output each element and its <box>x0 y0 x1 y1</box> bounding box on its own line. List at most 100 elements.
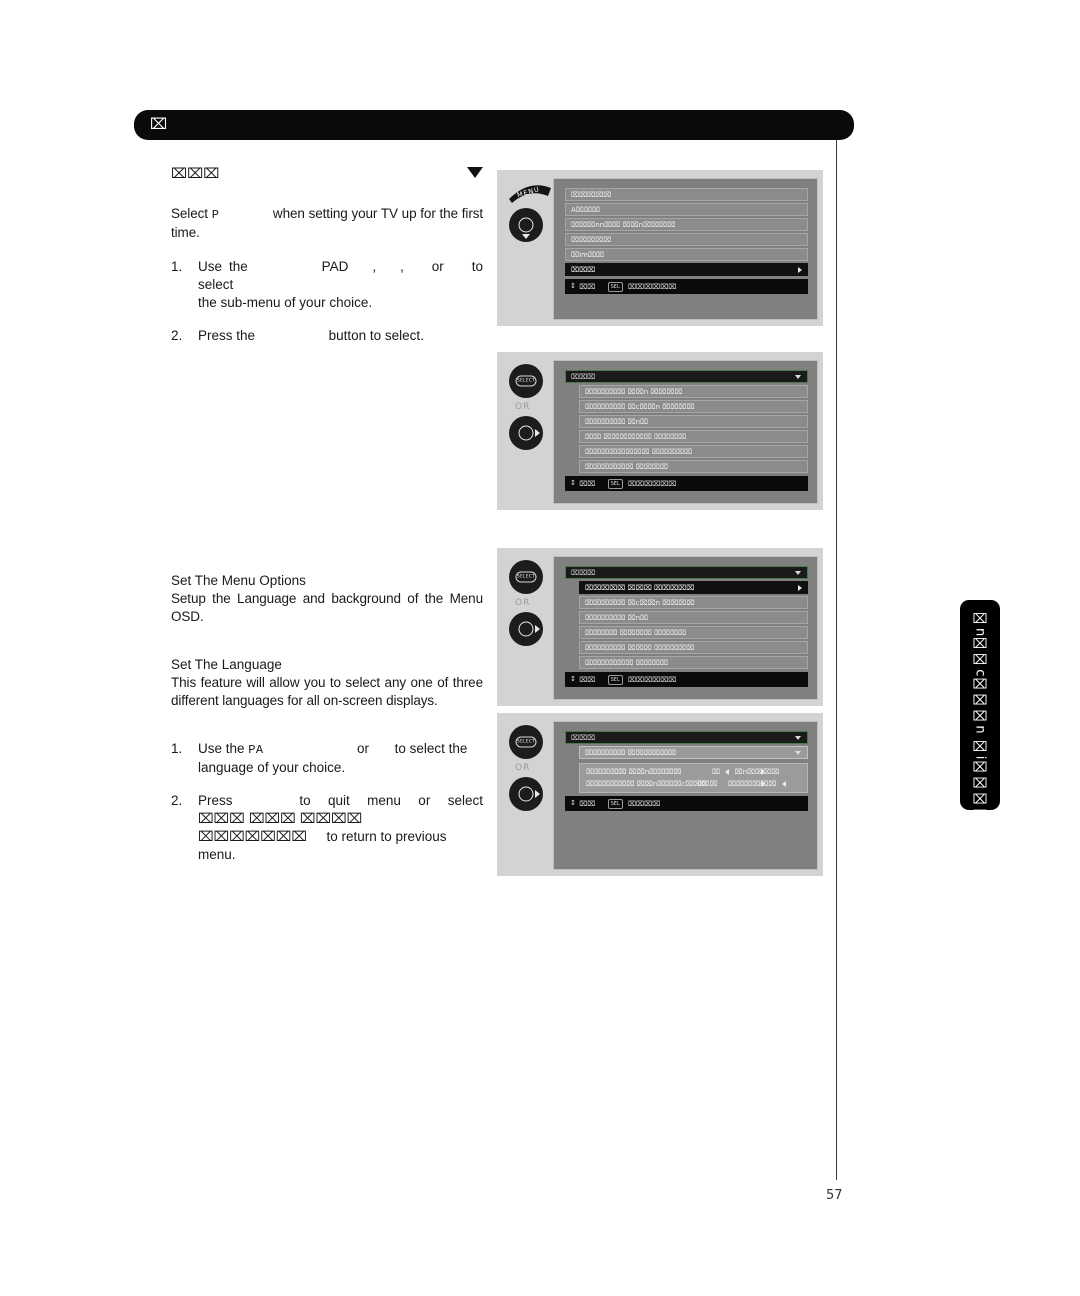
column-spacer <box>171 360 483 572</box>
page-header-bar: ⌧ <box>134 110 854 140</box>
step-text-comma-1: , <box>372 259 377 274</box>
osd-row-label: ⌧⌧⌧ <box>571 266 596 274</box>
osd-screen-1: ⌧⌧⌧⌧⌧ A⌧⌧⌧ ⌧⌧⌧nn⌧⌧ ⌧⌧n⌧⌧⌧⌧ ⌧⌧⌧⌧⌧ ⌧im⌧⌧ ⌧… <box>553 178 818 320</box>
osd-row[interactable]: ⌧⌧⌧⌧⌧ ⌧n⌧ <box>579 611 808 624</box>
nav-pad-right-icon <box>509 777 543 811</box>
remote-hints-2: SELECT OR <box>503 360 553 518</box>
step-number: 2. <box>171 328 183 343</box>
figure-main-menu: MENU ⌧⌧⌧⌧⌧ A⌧⌧⌧ ⌧⌧⌧nn⌧⌧ ⌧⌧n⌧⌧⌧⌧ ⌧⌧⌧⌧⌧ ⌧i… <box>497 170 823 326</box>
nav-pad-ring <box>518 217 534 233</box>
osd-row[interactable]: ⌧⌧⌧⌧⌧ ⌧⌧⌧ ⌧⌧⌧⌧⌧ <box>579 641 808 654</box>
chevron-down-icon <box>795 735 801 740</box>
osd-row[interactable]: ⌧⌧ ⌧⌧⌧⌧⌧⌧ ⌧⌧⌧⌧ <box>579 430 808 443</box>
osd-row-label: A⌧⌧⌧ <box>571 206 600 214</box>
nav-pad-ring <box>518 621 534 637</box>
osd-row[interactable]: ⌧⌧⌧⌧⌧ ⌧c⌧⌧n ⌧⌧⌧⌧ <box>579 400 808 413</box>
or-label: OR <box>515 763 531 773</box>
section-heading: ⌧⌧⌧ <box>171 166 220 182</box>
arrow-right-icon[interactable] <box>761 781 765 787</box>
osd-header-label: ⌧⌧⌧ <box>571 734 596 742</box>
page-header-title: ⌧ <box>150 115 168 133</box>
language-body: This feature will allow you to select an… <box>171 675 483 708</box>
osd-value-current: ⌧⌧⌧⌧⌧⌧ <box>728 780 777 788</box>
osd-row[interactable]: ⌧⌧⌧⌧⌧⌧ ⌧⌧⌧⌧ <box>579 460 808 473</box>
step-text-a: Press the <box>198 328 256 343</box>
osd-header-row[interactable]: ⌧⌧⌧ <box>565 731 808 744</box>
osd-row[interactable]: ⌧⌧⌧⌧⌧ <box>565 233 808 246</box>
nav-pad-right-arrow <box>535 625 540 633</box>
intro-steps-list: 1. Use the PAD , , or to select the sub-… <box>171 258 483 345</box>
select-key-icon: SEL <box>607 798 623 809</box>
arrow-left-icon[interactable] <box>725 769 730 775</box>
chevron-right-icon <box>798 266 802 273</box>
osd-value-row[interactable]: ⌧⌧⌧⌧⌧ ⌧⌧n⌧⌧⌧⌧ ⌧ ⌧n⌧⌧⌧⌧ <box>580 766 807 778</box>
menu-options-body: Setup the Language and background of the… <box>171 591 483 624</box>
osd-footer-hint: ↕ ⌧⌧ SEL ⌧⌧⌧⌧ <box>565 796 808 811</box>
step-number: 1. <box>171 741 183 756</box>
osd-row-selected[interactable]: ⌧⌧⌧⌧⌧ ⌧⌧⌧ ⌧⌧⌧⌧⌧ <box>579 581 808 594</box>
osd-row[interactable]: ⌧⌧⌧⌧⌧ <box>565 188 808 201</box>
osd-row-label: ⌧im⌧⌧ <box>571 251 604 259</box>
osd-row[interactable]: ⌧⌧⌧⌧⌧⌧⌧⌧ ⌧⌧⌧⌧⌧ <box>579 445 808 458</box>
osd-row[interactable]: ⌧⌧⌧nn⌧⌧ ⌧⌧n⌧⌧⌧⌧ <box>565 218 808 231</box>
osd-row[interactable]: ⌧im⌧⌧ <box>565 248 808 261</box>
column-spacer-2 <box>171 642 483 656</box>
osd-screen-4: ⌧⌧⌧ ⌧⌧⌧⌧⌧ ⌧⌧⌧⌧⌧⌧ ⌧⌧⌧⌧⌧ ⌧⌧n⌧⌧⌧⌧ ⌧ ⌧n⌧⌧⌧⌧ … <box>553 721 818 870</box>
osd-header-row[interactable]: ⌧⌧⌧ <box>565 566 808 579</box>
osd-footer-left: ⌧⌧ <box>579 282 596 291</box>
updown-arrow-icon: ↕ <box>570 479 576 487</box>
section-heading-wrap: ⌧⌧⌧ <box>171 165 483 183</box>
remote-hints-1: MENU <box>503 178 553 334</box>
select-button-icon: SELECT <box>509 560 543 594</box>
osd-value-row[interactable]: ⌧⌧⌧⌧⌧⌧ ⌧⌧n⌧⌧⌧c⌧⌧⌧⌧ ⌧ ⌧⌧⌧⌧⌧⌧ <box>580 778 807 790</box>
osd-row[interactable]: ⌧⌧⌧⌧ ⌧⌧⌧⌧ ⌧⌧⌧⌧ <box>579 626 808 639</box>
osd-row-label: ⌧⌧⌧⌧⌧ ⌧c⌧⌧n ⌧⌧⌧⌧ <box>585 403 695 411</box>
chevron-down-icon <box>795 374 801 379</box>
nav-pad-right-arrow <box>535 790 540 798</box>
osd-row[interactable]: ⌧⌧⌧⌧⌧ ⌧⌧n ⌧⌧⌧⌧ <box>579 385 808 398</box>
osd-footer-right: ⌧⌧⌧⌧ <box>627 799 661 808</box>
osd-value-mid: ⌧ <box>698 778 706 790</box>
intro-prefix: Select <box>171 206 208 221</box>
page-number: 57 <box>826 1188 843 1203</box>
remote-hints-4: SELECT OR <box>503 721 553 884</box>
arrow-right-icon[interactable] <box>761 769 765 775</box>
osd-row-label: ⌧⌧⌧⌧⌧ ⌧c⌧⌧n ⌧⌧⌧⌧ <box>585 599 695 607</box>
osd-header-row[interactable]: ⌧⌧⌧ <box>565 370 808 383</box>
language-steps-list: 1. Use the PA or to select the language … <box>171 740 483 864</box>
select-button-icon: SELECT <box>509 364 543 398</box>
chevron-down-icon <box>795 570 801 575</box>
osd-screen-2: ⌧⌧⌧ ⌧⌧⌧⌧⌧ ⌧⌧n ⌧⌧⌧⌧ ⌧⌧⌧⌧⌧ ⌧c⌧⌧n ⌧⌧⌧⌧ ⌧⌧⌧⌧… <box>553 360 818 504</box>
select-button-icon: SELECT <box>509 725 543 759</box>
side-section-tab: ⌧n⌧⌧c⌧⌧⌧n ⌧i⌧⌧⌧⌧ <box>960 600 1000 824</box>
osd-footer-right: ⌧⌧⌧⌧⌧⌧ <box>627 675 677 684</box>
svg-text:MENU: MENU <box>516 185 541 199</box>
side-tab-label: ⌧n⌧⌧c⌧⌧⌧n ⌧i⌧⌧⌧⌧ <box>972 612 988 825</box>
osd-footer-left: ⌧⌧ <box>579 799 596 808</box>
osd-dropdown-row[interactable]: ⌧⌧⌧⌧⌧ ⌧⌧⌧⌧⌧⌧ <box>579 746 808 759</box>
osd-value-block: ⌧⌧⌧⌧⌧ ⌧⌧n⌧⌧⌧⌧ ⌧ ⌧n⌧⌧⌧⌧ ⌧⌧⌧⌧⌧⌧ ⌧⌧n⌧⌧⌧c⌧⌧⌧… <box>579 763 808 793</box>
step-text-a: Use the <box>198 741 245 756</box>
osd-row-label: ⌧⌧⌧⌧⌧⌧⌧⌧ ⌧⌧⌧⌧⌧ <box>585 448 693 456</box>
osd-row-label: ⌧⌧⌧⌧⌧ <box>571 236 612 244</box>
down-triangle-icon <box>467 167 483 178</box>
figure-setup-submenu: SELECT OR ⌧⌧⌧ ⌧⌧⌧⌧⌧ ⌧⌧n ⌧⌧⌧⌧ ⌧⌧⌧⌧⌧ ⌧c⌧⌧n… <box>497 352 823 510</box>
osd-row[interactable]: ⌧⌧⌧⌧⌧⌧ ⌧⌧⌧⌧ <box>579 656 808 669</box>
osd-value-current-wrap: ⌧⌧⌧⌧⌧⌧ <box>728 778 789 790</box>
osd-footer-right: ⌧⌧⌧⌧⌧⌧ <box>627 479 677 488</box>
osd-footer-hint: ↕ ⌧⌧ SEL ⌧⌧⌧⌧⌧⌧ <box>565 672 808 687</box>
select-key-icon: SEL <box>607 674 623 685</box>
step-number: 1. <box>171 259 183 274</box>
nav-pad-down-icon <box>509 208 543 242</box>
figure-menu-options-submenu: SELECT OR ⌧⌧⌧ ⌧⌧⌧⌧⌧ ⌧⌧⌧ ⌧⌧⌧⌧⌧ ⌧⌧⌧⌧⌧ ⌧c⌧⌧… <box>497 548 823 706</box>
osd-row[interactable]: ⌧⌧⌧⌧⌧ ⌧n⌧ <box>579 415 808 428</box>
arrow-left-icon[interactable] <box>781 781 786 787</box>
osd-footer-hint: ↕ ⌧⌧ SEL ⌧⌧⌧⌧⌧⌧ <box>565 279 808 294</box>
osd-row-label: ⌧⌧⌧⌧⌧ ⌧⌧⌧ ⌧⌧⌧⌧⌧ <box>585 584 695 592</box>
select-key-icon: SEL <box>607 281 623 292</box>
remote-hints-3: SELECT OR <box>503 556 553 714</box>
osd-row[interactable]: ⌧⌧⌧⌧⌧ ⌧c⌧⌧n ⌧⌧⌧⌧ <box>579 596 808 609</box>
chevron-right-icon <box>798 584 802 591</box>
osd-row[interactable]: A⌧⌧⌧ <box>565 203 808 216</box>
osd-row-selected[interactable]: ⌧⌧⌧ <box>565 263 808 276</box>
